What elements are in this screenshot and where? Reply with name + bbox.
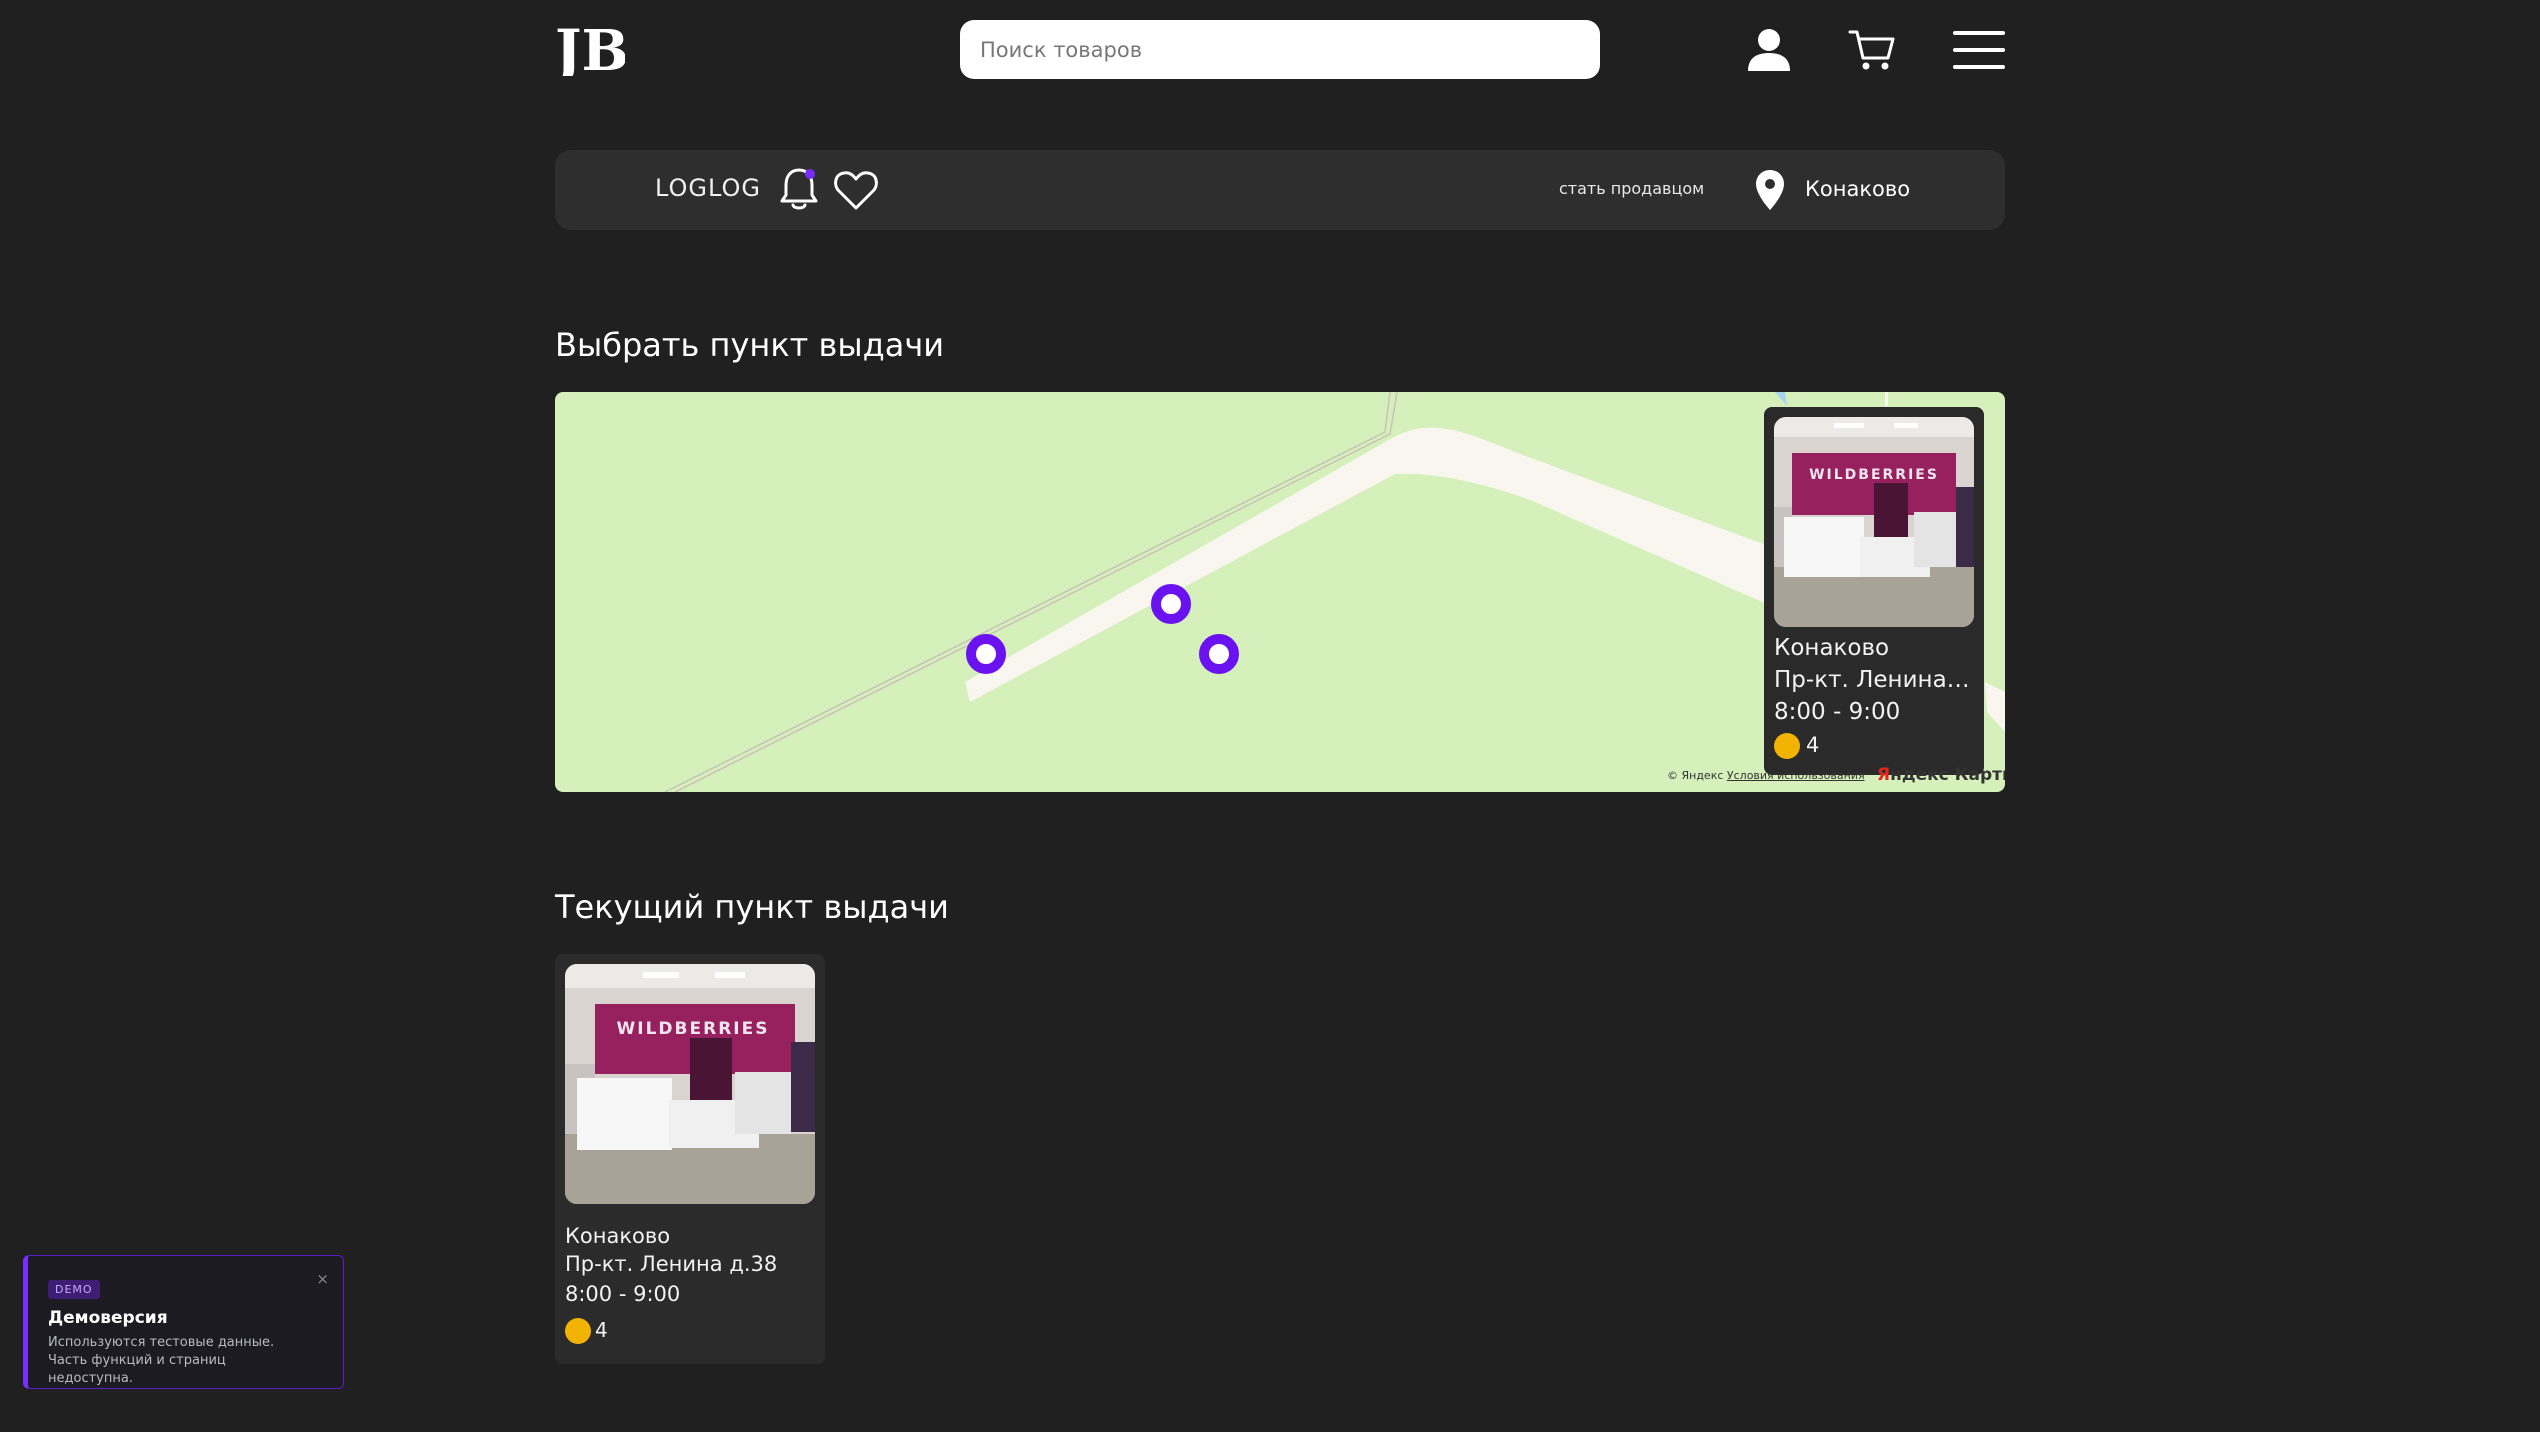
bell-icon[interactable]: [777, 165, 821, 213]
pickup-rating: 4: [1806, 733, 1820, 757]
pickup-city: Конаково: [1774, 635, 1890, 661]
select-pickup-title: Выбрать пункт выдачи: [555, 326, 945, 364]
map-marker[interactable]: [1151, 584, 1191, 624]
pickup-map[interactable]: WILDBERRIES Конаково Пр-кт. Ленина д.38 …: [555, 392, 2005, 792]
demo-badge: DEMO: [48, 1280, 100, 1299]
svg-text:JB: JB: [555, 24, 625, 76]
map-brand[interactable]: Яндекс Карты: [1877, 765, 2005, 785]
cart-icon[interactable]: [1844, 22, 1900, 78]
pickup-address: Пр-кт. Ленина д.38: [1774, 667, 1976, 693]
location-pin-icon: [1755, 169, 1785, 211]
heart-icon[interactable]: [832, 166, 880, 214]
current-pickup-title: Текущий пункт выдачи: [555, 888, 949, 926]
map-terms-link[interactable]: Условия использования: [1727, 769, 1865, 782]
pickup-rating: 4: [595, 1318, 608, 1342]
page: JB LOGLOG: [0, 0, 2540, 1432]
pickup-hours: 8:00 - 9:00: [1774, 699, 1901, 725]
menu-icon[interactable]: [1951, 22, 2007, 78]
become-seller-link[interactable]: стать продавцом: [1559, 179, 1704, 198]
logo[interactable]: JB: [555, 24, 625, 76]
svg-text:WILDBERRIES: WILDBERRIES: [1809, 467, 1939, 483]
pickup-photo: WILDBERRIES: [1774, 417, 1974, 627]
pickup-city: Конаково: [565, 1224, 671, 1248]
user-bar: LOGLOG стать продавцом Конаково: [555, 150, 2005, 230]
pickup-address: Пр-кт. Ленина д.38: [565, 1252, 778, 1276]
svg-text:WILDBERRIES: WILDBERRIES: [617, 1019, 770, 1039]
map-marker[interactable]: [966, 634, 1006, 674]
city-selector[interactable]: Конаково: [1805, 177, 1910, 201]
map-marker[interactable]: [1199, 634, 1239, 674]
close-icon[interactable]: ×: [316, 1270, 329, 1288]
search-input[interactable]: [960, 20, 1600, 79]
toast-text: Используются тестовые данные. Часть функ…: [48, 1335, 275, 1386]
pickup-hours: 8:00 - 9:00: [565, 1282, 681, 1306]
toast-title: Демоверсия: [48, 1308, 168, 1328]
demo-toast: DEMO × Демоверсия Используются тестовые …: [23, 1255, 344, 1389]
rating-icon: [565, 1318, 591, 1344]
user-icon[interactable]: [1741, 22, 1797, 78]
notification-dot: [805, 169, 815, 179]
map-copyright: © Яндекс Условия использования: [1667, 769, 1865, 782]
pickup-photo: WILDBERRIES: [565, 964, 815, 1204]
rating-icon: [1774, 733, 1800, 759]
username[interactable]: LOGLOG: [655, 174, 761, 202]
current-pickup-card[interactable]: WILDBERRIES Конаково Пр-кт. Ленина д.38 …: [555, 954, 825, 1364]
map-pickup-card[interactable]: WILDBERRIES Конаково Пр-кт. Ленина д.38 …: [1764, 407, 1984, 775]
